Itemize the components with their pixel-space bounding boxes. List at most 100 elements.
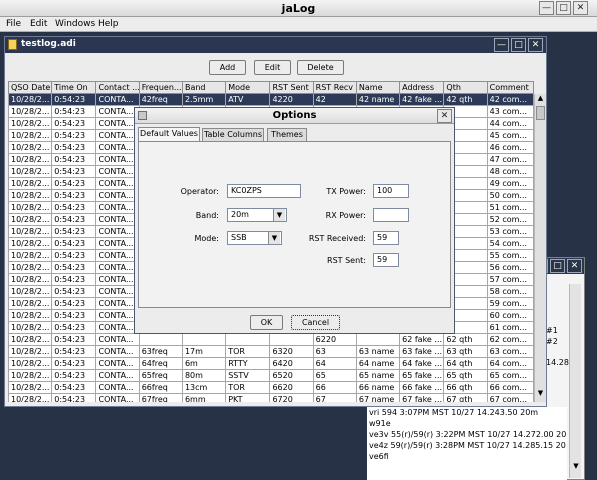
chevron-down-icon[interactable]: ▼: [268, 232, 280, 244]
table-cell: 0:54:23: [51, 201, 97, 214]
column-header[interactable]: RST Recv: [312, 81, 357, 94]
band-select[interactable]: 20m ▼: [227, 208, 287, 222]
table-cell: 63 qth: [443, 345, 488, 358]
menu-help[interactable]: Help: [98, 19, 119, 29]
column-header[interactable]: QSO Date: [8, 81, 53, 94]
mode-select[interactable]: SSB ▼: [227, 231, 282, 245]
scroll-up-icon[interactable]: ▲: [535, 94, 546, 105]
table-cell: 10/28/2...: [8, 129, 53, 142]
column-header[interactable]: Name: [355, 81, 401, 94]
table-row[interactable]: 10/28/2... 0:54:23 CONTA... 64freq 6m RTTY 642…: [8, 357, 534, 370]
table-cell: 6m: [181, 357, 227, 370]
table-cell: 63 com...: [486, 345, 534, 358]
table-row[interactable]: 10/28/2... 0:54:23 CONTA... 6220 62 fake ...…: [8, 333, 534, 346]
ok-button[interactable]: OK: [250, 315, 283, 330]
table-cell: PKT: [225, 393, 271, 402]
table-cell: CONTA...: [95, 273, 140, 286]
table-cell: 42 com...: [486, 93, 534, 106]
table-row[interactable]: 10/28/2... 0:54:23 CONTA... 66freq 13cm TOR 66…: [8, 381, 534, 394]
add-button[interactable]: Add: [209, 60, 246, 75]
table-cell: 0:54:23: [51, 225, 97, 238]
table-cell: 64freq: [138, 357, 183, 370]
log-minimize-icon[interactable]: —: [494, 38, 509, 52]
column-header[interactable]: Comment: [486, 81, 534, 94]
table-cell: 10/28/2...: [8, 369, 53, 382]
delete-button[interactable]: Delete: [297, 60, 344, 75]
log-maximize-icon[interactable]: □: [511, 38, 526, 52]
table-cell: 49 com...: [486, 177, 534, 190]
table-row[interactable]: 10/28/2... 0:54:23 CONTA... 65freq 80m SSTV 65…: [8, 369, 534, 382]
table-cell: 0:54:23: [51, 309, 97, 322]
rst-sent-field[interactable]: 59: [373, 253, 399, 267]
table-cell: 6720: [269, 393, 314, 402]
cancel-button[interactable]: Cancel: [291, 315, 340, 330]
column-header[interactable]: Mode: [225, 81, 271, 94]
scroll-down-icon[interactable]: ▼: [535, 389, 546, 400]
cluster-line: vri 594 3:07PM MST 10/27 14.243.50 20m: [369, 408, 539, 417]
maximize-icon[interactable]: □: [556, 1, 571, 15]
cluster-text-area: vri 594 3:07PM MST 10/27 14.243.50 20m w…: [367, 407, 567, 480]
table-cell: 47 com...: [486, 153, 534, 166]
table-row[interactable]: 10/28/2... 0:54:23 CONTA... 67freq 6mm PKT 672…: [8, 393, 534, 402]
table-cell: 10/28/2...: [8, 321, 53, 334]
tab-table-columns[interactable]: Table Columns: [202, 128, 264, 141]
tab-themes[interactable]: Themes: [267, 128, 307, 141]
column-header[interactable]: RST Sent: [269, 81, 314, 94]
dialog-close-icon[interactable]: ✕: [437, 109, 452, 123]
table-row[interactable]: 10/28/2... 0:54:23 CONTA... 42freq 2.5mm ATV 4…: [8, 93, 534, 106]
table-cell: [225, 333, 271, 346]
menu-file[interactable]: File: [6, 19, 21, 29]
log-close-icon[interactable]: ✕: [528, 38, 543, 52]
edit-button[interactable]: Edit: [254, 60, 291, 75]
table-cell: 57 com...: [486, 273, 534, 286]
column-header[interactable]: Qth: [443, 81, 488, 94]
table-cell: 50 com...: [486, 189, 534, 202]
table-cell: 42freq: [138, 93, 183, 106]
table-cell: 6mm: [181, 393, 227, 402]
table-cell: 10/28/2...: [8, 249, 53, 262]
options-dialog: Options ✕ Default Values Table Columns T…: [134, 107, 455, 334]
cluster-maximize-icon[interactable]: □: [550, 259, 565, 273]
close-icon[interactable]: ✕: [573, 1, 588, 15]
tx-power-field[interactable]: 100: [373, 184, 409, 198]
chevron-down-icon[interactable]: ▼: [273, 209, 285, 221]
table-cell: CONTA...: [95, 225, 140, 238]
table-row[interactable]: 10/28/2... 0:54:23 CONTA... 63freq 17m TOR 632…: [8, 345, 534, 358]
rst-received-label: RST Received:: [308, 234, 366, 243]
table-cell: CONTA...: [95, 381, 140, 394]
table-cell: 66 com...: [486, 381, 534, 394]
log-scrollbar[interactable]: ▲ ▼: [534, 94, 546, 402]
app-titlebar[interactable]: jaLog — □ ✕: [0, 0, 597, 17]
column-header[interactable]: Band: [181, 81, 227, 94]
minimize-icon[interactable]: —: [539, 1, 554, 15]
rst-received-field[interactable]: 59: [373, 231, 399, 245]
table-cell: 48 com...: [486, 165, 534, 178]
column-header[interactable]: Time On: [51, 81, 97, 94]
table-cell: 60 com...: [486, 309, 534, 322]
column-header[interactable]: Frequen...: [138, 81, 183, 94]
rx-power-field[interactable]: [373, 208, 409, 222]
table-cell: CONTA...: [95, 357, 140, 370]
table-cell: CONTA...: [95, 345, 140, 358]
table-cell: 43 com...: [486, 105, 534, 118]
cluster-scrollbar[interactable]: ▼: [569, 284, 581, 478]
column-header[interactable]: Contact ...: [95, 81, 140, 94]
column-header[interactable]: Address: [399, 81, 445, 94]
cluster-close-icon[interactable]: ✕: [567, 259, 582, 273]
cluster-partial-3: 14.28: [546, 358, 569, 367]
table-cell: 66 fake ...: [399, 381, 445, 394]
tab-default-values[interactable]: Default Values: [138, 127, 200, 141]
cluster-line: ve6fi: [369, 452, 389, 461]
dialog-titlebar[interactable]: Options ✕: [135, 108, 454, 124]
table-cell: 52 com...: [486, 213, 534, 226]
table-cell: CONTA...: [95, 297, 140, 310]
table-cell: 0:54:23: [51, 141, 97, 154]
menu-windows[interactable]: Windows: [55, 19, 95, 29]
scroll-down-icon[interactable]: ▼: [570, 462, 582, 474]
table-cell: [181, 333, 227, 346]
table-cell: 17m: [181, 345, 227, 358]
menu-edit[interactable]: Edit: [30, 19, 47, 29]
log-titlebar[interactable]: testlog.adi — □ ✕: [5, 37, 546, 53]
scroll-thumb[interactable]: [536, 106, 545, 120]
document-icon: [8, 39, 17, 50]
